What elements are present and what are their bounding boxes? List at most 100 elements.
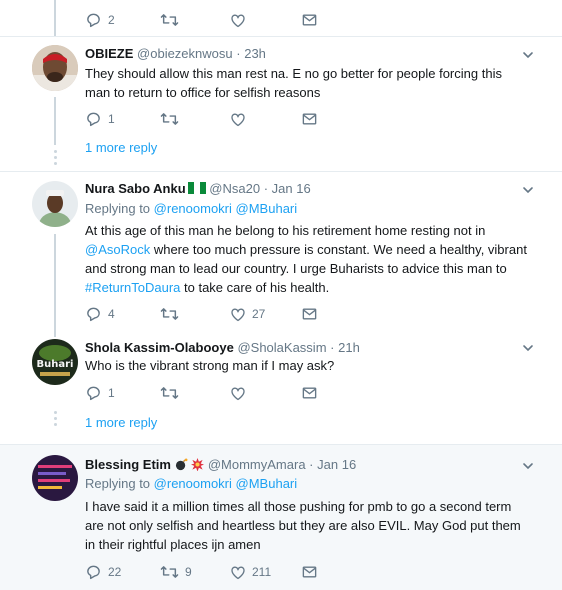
mention-link[interactable]: @renoomokri xyxy=(154,476,232,491)
avatar-image: Buhari xyxy=(32,339,78,385)
bomb-icon xyxy=(175,458,188,471)
reply-count: 4 xyxy=(108,307,115,321)
tweet-header: OBIEZE @obiezeknwosu · 23h xyxy=(85,46,266,61)
display-name[interactable]: Nura Sabo Anku xyxy=(85,181,186,196)
reply-icon xyxy=(87,565,100,580)
thread-dots xyxy=(52,411,58,429)
username[interactable]: @Nsa20 xyxy=(209,181,260,196)
avatar[interactable]: Buhari xyxy=(32,339,78,385)
mention-link[interactable]: @AsoRock xyxy=(85,242,150,257)
collision-icon xyxy=(191,458,205,472)
retweet-button[interactable] xyxy=(160,110,179,128)
tweet[interactable]: OBIEZE @obiezeknwosu · 23h They should a… xyxy=(0,37,562,171)
tweet-header: Blessing Etim @MommyAmara · Jan 16 xyxy=(85,457,357,472)
reply-button[interactable]: 1 xyxy=(85,110,115,128)
retweet-count: 9 xyxy=(185,565,192,579)
display-name[interactable]: Shola Kassim-Olabooye xyxy=(85,340,234,355)
dm-button[interactable] xyxy=(302,305,317,323)
heart-icon xyxy=(231,566,245,579)
like-count: 211 xyxy=(252,565,272,579)
username[interactable]: @MommyAmara xyxy=(208,457,306,472)
like-button[interactable]: 27 xyxy=(230,305,265,323)
envelope-icon xyxy=(302,113,317,125)
mention-link[interactable]: @MBuhari xyxy=(236,476,298,491)
retweet-button[interactable] xyxy=(160,384,179,402)
like-button[interactable]: 211 xyxy=(230,563,271,581)
hashtag-link[interactable]: #ReturnToDaura xyxy=(85,280,180,295)
tweet-text: At this age of this man he belong to his… xyxy=(85,223,527,295)
like-button[interactable] xyxy=(230,384,246,402)
reply-thread: 2 OBIEZE @obiezeknwosu · 23h They should… xyxy=(0,0,562,590)
reply-icon xyxy=(87,112,100,127)
chevron-down-icon[interactable] xyxy=(522,49,534,61)
heart-icon xyxy=(231,113,245,126)
retweet-button[interactable] xyxy=(160,305,179,323)
reply-count: 1 xyxy=(108,112,115,126)
show-more-replies-link[interactable]: 1 more reply xyxy=(85,414,157,432)
chevron-down-icon[interactable] xyxy=(522,460,534,472)
tweet-text: I have said it a million times all those… xyxy=(85,499,521,552)
retweet-icon xyxy=(160,308,179,320)
username[interactable]: @obiezeknwosu xyxy=(137,46,233,61)
avatar-image xyxy=(32,455,78,501)
nigeria-flag-icon xyxy=(187,182,206,194)
like-button[interactable] xyxy=(230,110,246,128)
thread-line xyxy=(54,0,56,36)
svg-text:Buhari: Buhari xyxy=(37,359,74,370)
timestamp[interactable]: 23h xyxy=(244,46,266,61)
mention-link[interactable]: @MBuhari xyxy=(236,201,298,216)
display-name[interactable]: Blessing Etim xyxy=(85,457,171,472)
reply-button[interactable]: 22 xyxy=(85,563,121,581)
timestamp[interactable]: 21h xyxy=(338,340,360,355)
tweet-header: Nura Sabo Anku @Nsa20 · Jan 16 xyxy=(85,181,311,196)
like-count: 27 xyxy=(252,307,266,321)
retweet-icon xyxy=(160,387,179,399)
envelope-icon xyxy=(302,387,317,399)
retweet-icon xyxy=(160,14,179,26)
tweet[interactable]: Buhari Shola Kassim-Olabooye @SholaKassi… xyxy=(0,337,562,444)
avatar[interactable] xyxy=(32,455,78,501)
reply-count: 1 xyxy=(108,386,115,400)
envelope-icon xyxy=(302,566,317,578)
thread-line xyxy=(54,234,56,337)
reply-count: 22 xyxy=(108,565,122,579)
mention-link[interactable]: @renoomokri xyxy=(154,201,232,216)
dm-button[interactable] xyxy=(302,11,317,29)
reply-button[interactable]: 4 xyxy=(85,305,115,323)
chevron-down-icon[interactable] xyxy=(522,184,534,196)
dm-button[interactable] xyxy=(302,384,317,402)
username[interactable]: @SholaKassim xyxy=(237,340,326,355)
heart-icon xyxy=(231,387,245,400)
reply-button[interactable]: 1 xyxy=(85,384,115,402)
retweet-icon xyxy=(160,566,179,578)
timestamp[interactable]: Jan 16 xyxy=(272,181,311,196)
tweet[interactable]: Blessing Etim @MommyAmara · Jan 16 Reply… xyxy=(0,445,562,590)
thread-line xyxy=(54,97,56,145)
avatar[interactable] xyxy=(32,181,78,227)
avatar[interactable] xyxy=(32,45,78,91)
show-more-replies-link[interactable]: 1 more reply xyxy=(85,139,157,157)
display-name[interactable]: OBIEZE xyxy=(85,46,133,61)
avatar-image xyxy=(32,181,78,227)
thread-dots xyxy=(52,150,58,168)
like-button[interactable] xyxy=(230,11,246,29)
tweet-text: They should allow this man rest na. E no… xyxy=(85,66,502,100)
reply-icon xyxy=(87,307,100,322)
reply-count: 2 xyxy=(108,13,115,27)
tweet-header: Shola Kassim-Olabooye @SholaKassim · 21h xyxy=(85,340,360,355)
dm-button[interactable] xyxy=(302,563,317,581)
heart-icon xyxy=(231,14,245,27)
dm-button[interactable] xyxy=(302,110,317,128)
retweet-button[interactable] xyxy=(160,11,179,29)
timestamp[interactable]: Jan 16 xyxy=(317,457,356,472)
reply-button[interactable]: 2 xyxy=(85,11,115,29)
replying-to: Replying to @renoomokri @MBuhari xyxy=(85,476,298,491)
tweet[interactable]: Nura Sabo Anku @Nsa20 · Jan 16 Replying … xyxy=(0,172,562,337)
retweet-button[interactable]: 9 xyxy=(160,563,192,581)
tweet-text: Who is the vibrant strong man if I may a… xyxy=(85,358,335,373)
heart-icon xyxy=(231,308,245,321)
chevron-down-icon[interactable] xyxy=(522,342,534,354)
avatar-image xyxy=(32,45,78,91)
reply-icon xyxy=(87,13,100,28)
envelope-icon xyxy=(302,308,317,320)
